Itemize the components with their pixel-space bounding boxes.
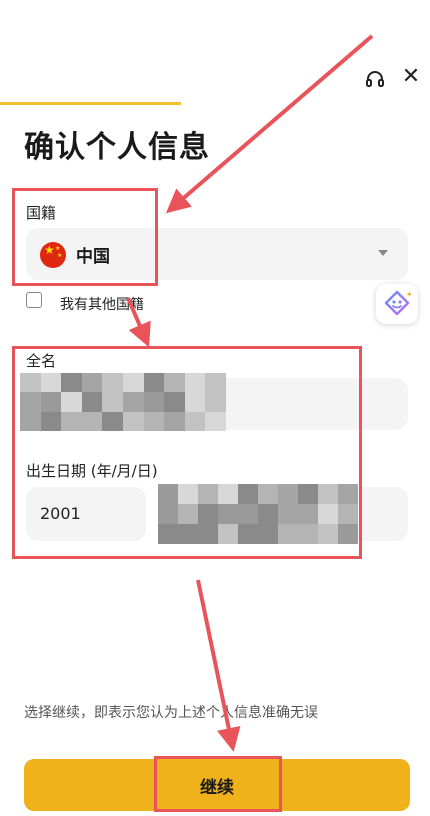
chevron-down-icon (378, 250, 388, 256)
svg-text:✦: ✦ (406, 290, 413, 299)
progress-bar (0, 102, 430, 105)
headset-icon[interactable] (364, 68, 386, 90)
other-nationality-checkbox[interactable] (26, 292, 42, 308)
ai-assistant-icon[interactable]: ✦ (376, 284, 418, 324)
annotation-box-name-dob (12, 346, 362, 559)
page-title: 确认个人信息 (24, 130, 210, 165)
other-nationality-label: 我有其他国籍 (60, 297, 144, 313)
annotation-box-nationality (12, 188, 158, 286)
progress-fill (0, 102, 181, 105)
annotation-box-continue (154, 756, 282, 812)
close-icon[interactable]: ✕ (400, 66, 422, 88)
top-bar: ✕ (0, 60, 430, 100)
disclaimer-text: 选择继续，即表示您认为上述个人信息准确无误 (24, 705, 318, 721)
